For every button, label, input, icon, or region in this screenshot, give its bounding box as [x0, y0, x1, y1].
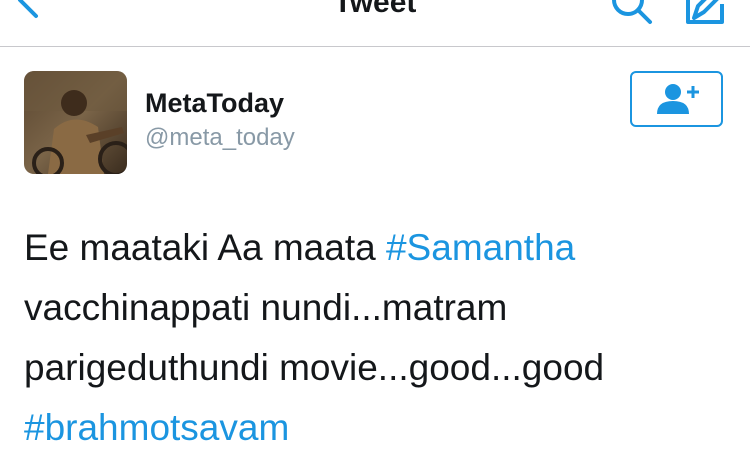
tweet-text-segment: Ee maataki Aa maata — [24, 227, 386, 268]
author-handle: @meta_today — [145, 124, 295, 151]
avatar[interactable] — [24, 71, 127, 174]
tweet-line-2: vacchinappati nundi...matram — [24, 287, 508, 328]
tweet-text: Ee maataki Aa maata #Samantha vacchinapp… — [24, 218, 724, 398]
author-display-name[interactable]: MetaToday — [145, 88, 284, 119]
follow-button[interactable] — [630, 71, 723, 127]
tweet-line-3: parigeduthundi movie...good...good — [24, 347, 605, 388]
tweet-line-4: #brahmotsavam — [24, 398, 289, 458]
navigation-bar: Tweet — [0, 0, 750, 47]
tweet-line-1: Ee maataki Aa maata #Samantha — [24, 218, 724, 278]
search-icon[interactable] — [606, 0, 656, 28]
hashtag-link-brahmotsavam[interactable]: #brahmotsavam — [24, 407, 289, 448]
compose-icon[interactable] — [680, 0, 730, 28]
add-user-icon — [656, 84, 699, 114]
avatar-image — [24, 71, 127, 174]
hashtag-link-samantha[interactable]: #Samantha — [386, 227, 575, 268]
